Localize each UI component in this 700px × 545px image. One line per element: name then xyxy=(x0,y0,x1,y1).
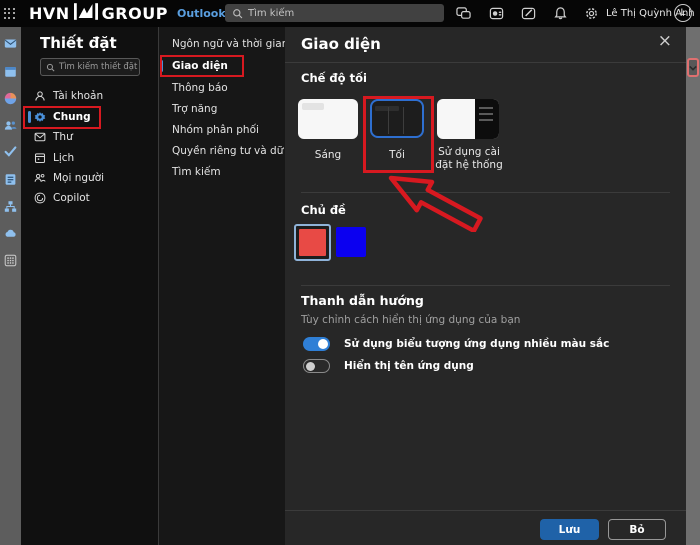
app-launcher-icon[interactable] xyxy=(4,8,15,19)
edit-note-icon[interactable] xyxy=(521,6,536,21)
toggle-row-show-app-names: Hiển thị tên ứng dụng xyxy=(303,359,474,373)
card-preview-detail xyxy=(302,103,324,110)
card-preview-detail xyxy=(375,106,399,111)
sidebar-item-label: Tài khoản xyxy=(53,90,104,102)
toggle-label: Hiển thị tên ứng dụng xyxy=(344,360,474,372)
notes-icon[interactable] xyxy=(4,171,17,185)
people-icon[interactable] xyxy=(4,117,17,130)
settings-title: Thiết đặt xyxy=(40,34,117,52)
subnav-item-distribution-groups[interactable]: Nhóm phân phối xyxy=(159,121,285,139)
outlook-settings-screen: HVN GROUP Outlook Tìm kiếm Lê Thị Quỳnh … xyxy=(0,0,700,545)
chat-icon[interactable] xyxy=(456,6,471,21)
selection-indicator xyxy=(28,111,31,123)
sidebar-item-label: Lịch xyxy=(53,152,75,164)
theme-swatch-red-selected[interactable] xyxy=(294,224,331,261)
settings-gear-icon[interactable] xyxy=(584,6,599,21)
top-bar: HVN GROUP Outlook Tìm kiếm Lê Thị Quỳnh … xyxy=(0,0,700,27)
global-search-placeholder: Tìm kiếm xyxy=(248,7,295,19)
appearance-panel: Giao diện × Chế độ tối Sáng Tối Sử dụng … xyxy=(285,27,686,545)
subnav-item-appearance[interactable]: Giao diện xyxy=(159,57,285,75)
calendar-icon xyxy=(34,152,46,164)
more-apps-icon[interactable] xyxy=(4,252,17,267)
theme-option-label-light: Sáng xyxy=(314,149,342,161)
theme-option-dark[interactable] xyxy=(370,99,424,138)
logo-text-group: GROUP xyxy=(101,4,168,23)
onedrive-cloud-icon[interactable] xyxy=(4,225,17,238)
subnav-item-privacy-data[interactable]: Quyền riêng tư và dữ liệu xyxy=(159,142,306,160)
card-preview-dark-half xyxy=(475,99,499,139)
toggle-row-colorful-icons: Sử dụng biểu tượng ứng dụng nhiều màu sắ… xyxy=(303,337,609,351)
copilot-icon xyxy=(34,192,46,204)
nav-bar-subtitle: Tùy chỉnh cách hiển thị ứng dụng của bạn xyxy=(301,314,521,326)
subnav-item-accessibility[interactable]: Trợ năng xyxy=(159,100,285,118)
page-scrollbar[interactable] xyxy=(686,27,700,545)
person-icon xyxy=(34,90,46,102)
discard-button[interactable]: Bỏ xyxy=(608,519,666,540)
sidebar-item-general[interactable]: Chung xyxy=(21,107,159,127)
theme-option-system[interactable] xyxy=(437,99,499,139)
todo-check-icon[interactable] xyxy=(4,143,17,157)
sidebar-item-people[interactable]: Mọi người xyxy=(21,168,159,188)
sidebar-item-label: Copilot xyxy=(53,192,90,204)
sidebar-item-calendar[interactable]: Lịch xyxy=(21,148,159,168)
theme-option-label-system: Sử dụng cài đặt hệ thống xyxy=(435,146,503,172)
hvn-chart-logo-icon xyxy=(73,3,98,24)
subnav-item-notifications[interactable]: Thông báo xyxy=(159,79,285,97)
settings-sidebar: Thiết đặt Tìm kiếm thiết đặt Tài khoản C… xyxy=(21,27,159,545)
calendar-icon[interactable] xyxy=(4,63,17,77)
card-preview-detail xyxy=(388,107,389,134)
search-icon xyxy=(233,8,243,18)
toggle-on[interactable] xyxy=(303,337,330,351)
theme-swatch-blue[interactable] xyxy=(336,227,366,257)
mail-icon[interactable] xyxy=(4,35,17,48)
brand-logo: HVN GROUP xyxy=(29,0,168,27)
settings-search-input[interactable]: Tìm kiếm thiết đặt xyxy=(40,58,140,76)
sidebar-item-label: Thư xyxy=(53,131,73,143)
save-button[interactable]: Lưu xyxy=(540,519,599,540)
avatar[interactable]: L xyxy=(674,4,692,22)
toggle-off[interactable] xyxy=(303,359,330,373)
theme-option-label-dark: Tối xyxy=(389,149,405,161)
sidebar-item-label: Chung xyxy=(53,111,91,123)
mail-icon xyxy=(34,131,46,143)
section-divider xyxy=(301,192,670,193)
theme-heading: Chủ đề xyxy=(301,203,346,217)
video-call-icon[interactable] xyxy=(489,6,504,21)
toggle-label: Sử dụng biểu tượng ứng dụng nhiều màu sắ… xyxy=(344,338,610,350)
logo-text-hvn: HVN xyxy=(29,4,70,23)
subnav-item-search[interactable]: Tìm kiếm xyxy=(159,163,285,181)
notifications-bell-icon[interactable] xyxy=(553,6,568,21)
sidebar-item-accounts[interactable]: Tài khoản xyxy=(21,86,159,106)
card-preview-detail xyxy=(403,107,404,134)
close-icon[interactable]: × xyxy=(658,33,672,50)
nav-bar-heading: Thanh dẫn hướng xyxy=(301,293,424,308)
footer-divider xyxy=(285,510,686,511)
subnav-item-language-time[interactable]: Ngôn ngữ và thời gian xyxy=(159,35,288,53)
settings-subnav: Ngôn ngữ và thời gian Giao diện Thông bá… xyxy=(159,27,306,545)
outlook-app-name[interactable]: Outlook xyxy=(177,7,226,20)
gear-icon xyxy=(34,111,46,123)
section-divider xyxy=(301,285,670,286)
panel-title: Giao diện xyxy=(301,35,381,53)
theme-option-light[interactable] xyxy=(298,99,358,139)
dark-mode-heading: Chế độ tối xyxy=(301,71,367,85)
microsoft-365-icon[interactable] xyxy=(4,90,17,105)
sidebar-item-mail[interactable]: Thư xyxy=(21,127,159,147)
search-icon xyxy=(46,63,55,72)
sidebar-item-label: Mọi người xyxy=(53,172,105,184)
people-icon xyxy=(34,172,46,184)
selection-indicator xyxy=(160,60,163,72)
title-divider xyxy=(285,62,686,63)
app-rail xyxy=(0,27,21,545)
org-chart-icon[interactable] xyxy=(4,198,17,212)
sidebar-item-copilot[interactable]: Copilot xyxy=(21,188,159,208)
scrollbar-down-icon[interactable] xyxy=(687,58,699,77)
settings-search-placeholder: Tìm kiếm thiết đặt xyxy=(59,62,138,72)
global-search-input[interactable]: Tìm kiếm xyxy=(225,4,444,22)
swatch-color-fill xyxy=(299,229,326,256)
